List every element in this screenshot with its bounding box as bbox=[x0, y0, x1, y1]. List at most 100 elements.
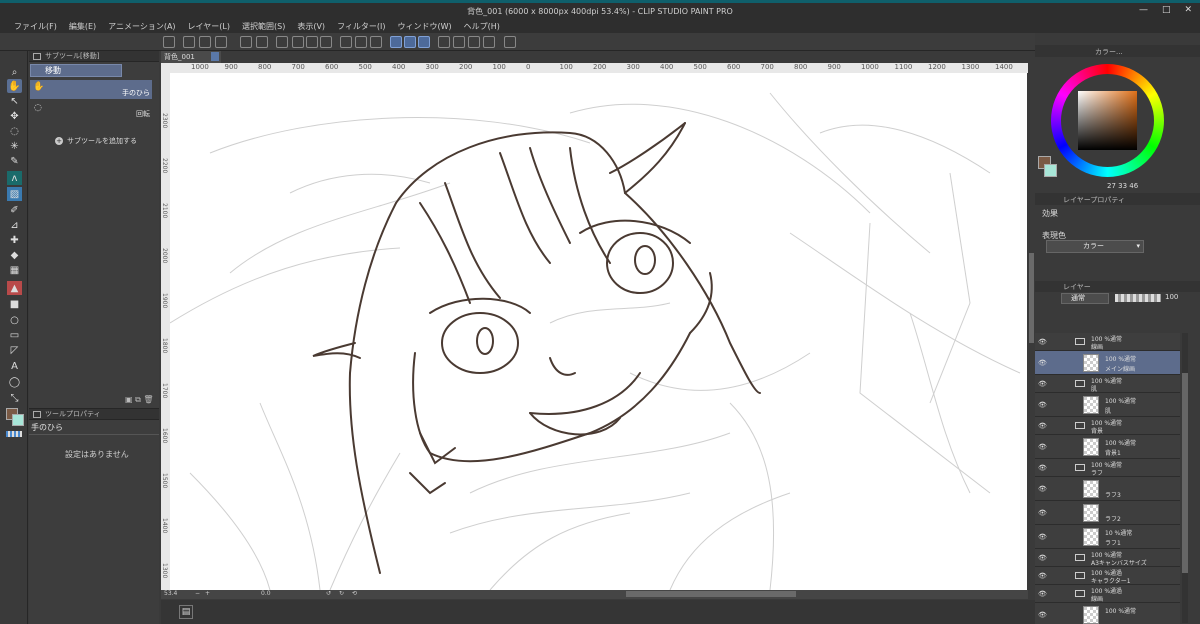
page-manager-icon[interactable]: ▤ bbox=[179, 605, 193, 619]
balloon-tool-icon[interactable]: ◯ bbox=[7, 375, 22, 389]
add-subtool-button[interactable]: + サブツールを追加する bbox=[55, 136, 137, 146]
layer-row[interactable]: 👁 ラフ3 bbox=[1035, 477, 1180, 501]
menu-help[interactable]: ヘルプ(H) bbox=[460, 21, 504, 32]
undo-icon[interactable] bbox=[240, 36, 252, 48]
eye-icon[interactable]: 👁 bbox=[1038, 401, 1047, 409]
magic-wand-tool-icon[interactable]: ✳ bbox=[7, 139, 22, 153]
deselect-icon[interactable] bbox=[340, 36, 352, 48]
document-tab[interactable]: 背色_001 bbox=[161, 51, 221, 63]
blend-tool-icon[interactable]: ▦ bbox=[7, 263, 22, 277]
clear-icon[interactable] bbox=[292, 36, 304, 48]
eye-icon[interactable]: 👁 bbox=[1038, 338, 1047, 346]
layer-scroll-thumb[interactable] bbox=[1182, 373, 1188, 573]
rotate-right-icon[interactable]: ↻ bbox=[339, 590, 344, 597]
snap-ruler-icon[interactable] bbox=[390, 36, 402, 48]
layer-row[interactable]: 👁 100 %通常 背景1 bbox=[1035, 435, 1180, 459]
eye-icon[interactable]: 👁 bbox=[1038, 554, 1047, 562]
layer-row[interactable]: 👁 100 %通常 bbox=[1035, 603, 1180, 624]
loading-icon[interactable] bbox=[276, 36, 288, 48]
zoom-in-icon[interactable]: + bbox=[205, 590, 210, 597]
transparent-color-icon[interactable] bbox=[6, 431, 22, 437]
zoom-tool-icon[interactable]: ⌕ bbox=[7, 65, 22, 79]
frame-tool-icon[interactable]: ▭ bbox=[7, 328, 22, 342]
sub-color-indicator[interactable] bbox=[1044, 164, 1057, 177]
layer-folder-row[interactable]: 👁 100 %通常 線画 bbox=[1035, 333, 1180, 351]
flip-horizontal-icon[interactable] bbox=[468, 36, 480, 48]
flip-vertical-icon[interactable] bbox=[483, 36, 495, 48]
figure-tool-icon[interactable]: ○ bbox=[7, 313, 22, 327]
open-file-icon[interactable] bbox=[199, 36, 211, 48]
menu-filter[interactable]: フィルター(I) bbox=[333, 21, 389, 32]
correct-line-tool-icon[interactable]: ⤡ bbox=[7, 391, 22, 405]
eye-icon[interactable]: 👁 bbox=[1038, 590, 1047, 598]
layer-row[interactable]: 👁 ラフ2 bbox=[1035, 501, 1180, 525]
layer-scrollbar[interactable] bbox=[1182, 333, 1188, 623]
layer-folder-row[interactable]: 👁 100 %通常肌 bbox=[1035, 375, 1180, 393]
snap-special-ruler-icon[interactable] bbox=[404, 36, 416, 48]
brush-tool-icon[interactable]: ✐ bbox=[7, 203, 22, 217]
saturation-value-square[interactable] bbox=[1078, 91, 1137, 150]
menu-window[interactable]: ウィンドウ(W) bbox=[394, 21, 456, 32]
subtool-item-hand[interactable]: ✋ 手のひら bbox=[30, 80, 152, 99]
move-layer-tool-icon[interactable]: ✥ bbox=[7, 109, 22, 123]
snap-grid-icon[interactable] bbox=[418, 36, 430, 48]
smartphone-icon[interactable] bbox=[504, 36, 516, 48]
layer-folder-row[interactable]: 👁 100 %通常 A3キャンバスサイズ bbox=[1035, 549, 1180, 567]
new-file-icon[interactable] bbox=[183, 36, 195, 48]
color-wheel[interactable] bbox=[1051, 64, 1164, 177]
layer-panel-tab[interactable]: レイヤー bbox=[1063, 282, 1091, 292]
eraser-tool-icon[interactable]: ◆ bbox=[7, 248, 22, 262]
layer-row[interactable]: 👁 100 %通常肌 bbox=[1035, 393, 1180, 417]
clip-studio-icon[interactable] bbox=[163, 36, 175, 48]
invert-selection-icon[interactable] bbox=[355, 36, 367, 48]
rotate-view-icon[interactable] bbox=[453, 36, 465, 48]
eye-icon[interactable]: 👁 bbox=[1038, 422, 1047, 430]
layer-row[interactable]: 👁 100 %通常 メイン線画 bbox=[1035, 351, 1180, 375]
eye-icon[interactable]: 👁 bbox=[1038, 464, 1047, 472]
layer-folder-row[interactable]: 👁 100 %通過 キャラクター1 bbox=[1035, 567, 1180, 585]
transform-icon[interactable] bbox=[320, 36, 332, 48]
menu-edit[interactable]: 編集(E) bbox=[65, 21, 100, 32]
horizontal-scrollbar[interactable] bbox=[626, 591, 796, 597]
close-button[interactable]: ✕ bbox=[1184, 5, 1192, 15]
gradient-tool-icon[interactable]: ■ bbox=[7, 297, 22, 311]
selection-outline-icon[interactable] bbox=[370, 36, 382, 48]
subtool-group-tab[interactable]: 移動 bbox=[30, 64, 122, 77]
reset-rotation-icon[interactable]: ⟲ bbox=[352, 590, 357, 597]
color-wheel-tab[interactable]: カラー... bbox=[1095, 47, 1123, 57]
eye-icon[interactable]: 👁 bbox=[1038, 572, 1047, 580]
close-tab-icon[interactable] bbox=[211, 52, 219, 61]
eye-icon[interactable]: 👁 bbox=[1038, 443, 1047, 451]
eye-icon[interactable]: 👁 bbox=[1038, 533, 1047, 541]
fill-tool-icon[interactable]: ▲ bbox=[7, 281, 22, 295]
eye-icon[interactable]: 👁 bbox=[1038, 359, 1047, 367]
vertical-scrollbar[interactable] bbox=[1028, 63, 1035, 598]
menu-selection[interactable]: 選択範囲(S) bbox=[238, 21, 289, 32]
blend-mode-select[interactable]: 通常 bbox=[1061, 293, 1109, 304]
layer-folder-row[interactable]: 👁 100 %通過 線画 bbox=[1035, 585, 1180, 603]
text-tool-icon[interactable]: A bbox=[7, 359, 22, 373]
lasso-tool-icon[interactable]: ◌ bbox=[7, 124, 22, 138]
zoom-out-icon[interactable]: − bbox=[195, 590, 200, 597]
scroll-thumb[interactable] bbox=[1029, 253, 1034, 343]
pencil-tool-icon[interactable]: ▨ bbox=[7, 187, 22, 201]
subtool-item-rotate[interactable]: ◌ 回転 bbox=[30, 101, 152, 120]
eye-icon[interactable]: 👁 bbox=[1038, 611, 1047, 619]
rotate-left-icon[interactable]: ↺ bbox=[326, 590, 331, 597]
eye-icon[interactable]: 👁 bbox=[1038, 485, 1047, 493]
eyedropper-tool-icon[interactable]: ✎ bbox=[7, 154, 22, 168]
crop-icon[interactable] bbox=[438, 36, 450, 48]
decoration-tool-icon[interactable]: ✚ bbox=[7, 233, 22, 247]
maximize-button[interactable]: □ bbox=[1162, 5, 1171, 15]
subtool-copy-icon[interactable]: ⧉ bbox=[135, 395, 141, 404]
layer-property-tab[interactable]: レイヤープロパティ bbox=[1063, 195, 1125, 205]
hand-tool-icon[interactable]: ✋ bbox=[7, 79, 22, 93]
operation-tool-icon[interactable]: ↖ bbox=[7, 94, 22, 108]
sub-color-swatch[interactable] bbox=[12, 414, 24, 426]
minimize-button[interactable]: — bbox=[1139, 5, 1148, 15]
subtool-settings-icon[interactable]: ▣ bbox=[125, 395, 133, 404]
opacity-slider[interactable] bbox=[1115, 294, 1161, 302]
eye-icon[interactable]: 👁 bbox=[1038, 380, 1047, 388]
save-icon[interactable] bbox=[215, 36, 227, 48]
fill-icon[interactable] bbox=[306, 36, 318, 48]
